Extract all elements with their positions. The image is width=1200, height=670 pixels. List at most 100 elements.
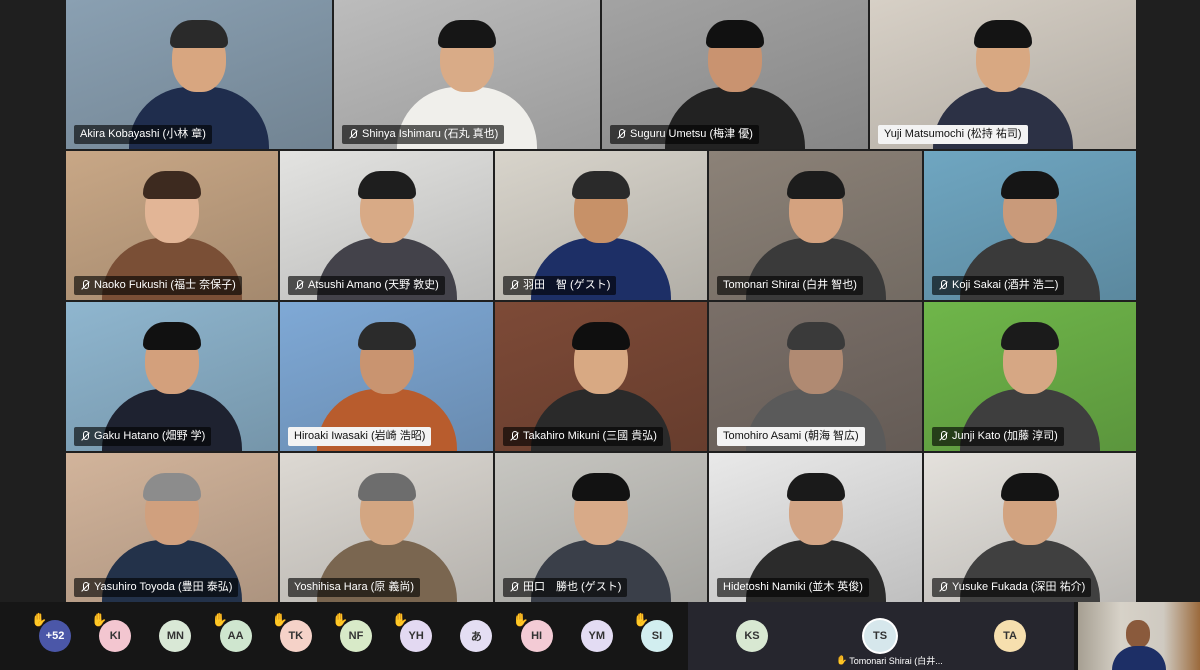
mic-muted-icon xyxy=(938,431,948,442)
participant-name-tag: Yusuke Fukada (深田 祐介) xyxy=(932,578,1092,597)
video-tile[interactable]: Naoko Fukushi (福士 奈保子) xyxy=(66,151,278,300)
participant-name: Gaku Hatano (畑野 学) xyxy=(94,430,206,442)
raised-hand-icon: ✋ xyxy=(31,612,48,627)
participant-name: 羽田 智 (ゲスト) xyxy=(523,279,611,291)
participant-name: Yuji Matsumochi (松持 祐司) xyxy=(884,128,1022,140)
video-tile[interactable]: Atsushi Amano (天野 敦史) xyxy=(280,151,493,300)
participant-avatar[interactable]: YH ✋ xyxy=(392,613,433,652)
participant-avatar[interactable]: TK ✋ xyxy=(272,613,312,652)
video-tile[interactable]: Junji Kato (加藤 淳司) xyxy=(924,302,1136,451)
participant-name: Atsushi Amano (天野 敦史) xyxy=(308,279,439,291)
raised-hand-icon: ✋ xyxy=(91,612,108,627)
participant-name-tag: Hidetoshi Namiki (並木 英俊) xyxy=(717,578,869,597)
avatar-circle: YM xyxy=(580,620,613,652)
avatar-circle: あ xyxy=(460,620,493,652)
self-view-person xyxy=(1112,620,1166,670)
mic-muted-icon xyxy=(348,129,358,140)
mic-muted-icon xyxy=(509,582,519,593)
video-grid: Akira Kobayashi (小林 章) Shinya Ishimaru (石… xyxy=(0,0,1200,670)
video-tile[interactable]: Akira Kobayashi (小林 章) xyxy=(66,0,332,149)
spotlight-avatar[interactable]: TA xyxy=(994,620,1026,652)
participant-name-tag: Yoshihisa Hara (原 義尚) xyxy=(288,578,421,597)
raised-hand-icon: ✋ xyxy=(633,612,650,627)
raised-hand-icon: ✋ xyxy=(392,612,409,627)
video-tile[interactable]: Koji Sakai (酒井 浩二) xyxy=(924,151,1136,300)
participant-name: Yoshihisa Hara (原 義尚) xyxy=(294,581,415,593)
participant-name: Shinya Ishimaru (石丸 真也) xyxy=(362,128,499,140)
video-tile[interactable]: Yasuhiro Toyoda (豊田 泰弘) xyxy=(66,453,278,602)
video-tile[interactable]: Takahiro Mikuni (三國 貴弘) xyxy=(495,302,707,451)
video-tile[interactable]: Tomonari Shirai (白井 智也) xyxy=(709,151,922,300)
participant-avatar[interactable]: MN xyxy=(159,620,192,652)
participant-name: Tomonari Shirai (白井 智也) xyxy=(723,279,857,291)
raised-hand-icon: ✋ xyxy=(512,612,529,627)
spotlight-avatar[interactable]: KS xyxy=(736,620,768,652)
participant-avatar[interactable]: SI ✋ xyxy=(633,613,673,652)
avatar-circle: TA xyxy=(994,620,1026,652)
participant-name: Takahiro Mikuni (三國 貴弘) xyxy=(523,430,657,442)
participant-name-tag: Koji Sakai (酒井 浩二) xyxy=(932,276,1065,295)
participant-name-tag: Suguru Umetsu (梅津 優) xyxy=(610,125,759,144)
participant-name: 田口 勝也 (ゲスト) xyxy=(523,581,622,593)
participant-avatar[interactable]: NF ✋ xyxy=(332,613,372,652)
participant-avatar[interactable]: KI ✋ xyxy=(91,613,132,652)
video-tile[interactable]: Suguru Umetsu (梅津 優) xyxy=(602,0,868,149)
participant-name: Naoko Fukushi (福士 奈保子) xyxy=(94,279,236,291)
raised-hand-icon: ✋ xyxy=(836,655,848,665)
participant-name: Hiroaki Iwasaki (岩崎 浩昭) xyxy=(294,430,426,442)
mic-muted-icon xyxy=(509,280,519,291)
participant-name-tag: 田口 勝也 (ゲスト) xyxy=(503,578,628,597)
participant-avatar[interactable]: YM xyxy=(580,620,613,652)
video-tile[interactable]: Yusuke Fukada (深田 祐介) xyxy=(924,453,1136,602)
video-tile[interactable]: Tomohiro Asami (朝海 智広) xyxy=(709,302,922,451)
participant-name-tag: Gaku Hatano (畑野 学) xyxy=(74,427,212,446)
more-participants-button[interactable]: +52 ✋ xyxy=(31,613,71,652)
avatar-circle: KS xyxy=(736,620,768,652)
participant-name-tag: Tomohiro Asami (朝海 智広) xyxy=(717,427,865,446)
participant-name-tag: Takahiro Mikuni (三國 貴弘) xyxy=(503,427,663,446)
video-tile[interactable]: Hiroaki Iwasaki (岩崎 浩昭) xyxy=(280,302,493,451)
participant-name: Yasuhiro Toyoda (豊田 泰弘) xyxy=(94,581,233,593)
participant-name-tag: Naoko Fukushi (福士 奈保子) xyxy=(74,276,242,295)
mic-muted-icon xyxy=(80,280,90,291)
participant-name-tag: Atsushi Amano (天野 敦史) xyxy=(288,276,445,295)
participant-name: Koji Sakai (酒井 浩二) xyxy=(952,279,1059,291)
mic-muted-icon xyxy=(80,431,90,442)
participant-name-tag: Yasuhiro Toyoda (豊田 泰弘) xyxy=(74,578,239,597)
spotlight-avatar[interactable]: TS xyxy=(864,620,896,652)
participant-name: Yusuke Fukada (深田 祐介) xyxy=(952,581,1086,593)
avatar-circle: MN xyxy=(159,620,192,652)
participant-name: Akira Kobayashi (小林 章) xyxy=(80,128,206,140)
raised-hand-icon: ✋ xyxy=(211,612,228,627)
spotlight-name-label: ✋ Tomonari Shirai (白井... xyxy=(836,654,943,667)
avatar-circle: TS xyxy=(864,620,896,652)
participant-avatar[interactable]: AA ✋ xyxy=(212,613,252,652)
participant-name-tag: Tomonari Shirai (白井 智也) xyxy=(717,276,863,295)
participant-name: Suguru Umetsu (梅津 優) xyxy=(630,128,753,140)
participant-name-tag: 羽田 智 (ゲスト) xyxy=(503,276,617,295)
participant-name: Junji Kato (加藤 淳司) xyxy=(952,430,1058,442)
raised-hand-icon: ✋ xyxy=(271,612,288,627)
participant-name-tag: Yuji Matsumochi (松持 祐司) xyxy=(878,125,1028,144)
self-view-video[interactable] xyxy=(1078,602,1200,670)
mic-muted-icon xyxy=(616,129,626,140)
spotlight-panel: ✋ Tomonari Shirai (白井... KS TS TA xyxy=(688,602,1074,670)
participant-name: Hidetoshi Namiki (並木 英俊) xyxy=(723,581,863,593)
mic-muted-icon xyxy=(938,582,948,593)
video-tile[interactable]: 田口 勝也 (ゲスト) xyxy=(495,453,707,602)
participant-name: Tomohiro Asami (朝海 智広) xyxy=(723,430,859,442)
video-tile[interactable]: Yoshihisa Hara (原 義尚) xyxy=(280,453,493,602)
video-tile[interactable]: Shinya Ishimaru (石丸 真也) xyxy=(334,0,600,149)
mic-muted-icon xyxy=(294,280,304,291)
mic-muted-icon xyxy=(80,582,90,593)
participant-avatar[interactable]: あ xyxy=(460,620,493,652)
participant-name-tag: Shinya Ishimaru (石丸 真也) xyxy=(342,125,505,144)
spotlight-name-text: Tomonari Shirai (白井... xyxy=(849,656,943,666)
video-tile[interactable]: Yuji Matsumochi (松持 祐司) xyxy=(870,0,1136,149)
mic-muted-icon xyxy=(509,431,519,442)
participant-avatar[interactable]: HI ✋ xyxy=(513,613,553,652)
participant-name-tag: Hiroaki Iwasaki (岩崎 浩昭) xyxy=(288,427,432,446)
video-tile[interactable]: 羽田 智 (ゲスト) xyxy=(495,151,707,300)
video-tile[interactable]: Hidetoshi Namiki (並木 英俊) xyxy=(709,453,922,602)
video-tile[interactable]: Gaku Hatano (畑野 学) xyxy=(66,302,278,451)
